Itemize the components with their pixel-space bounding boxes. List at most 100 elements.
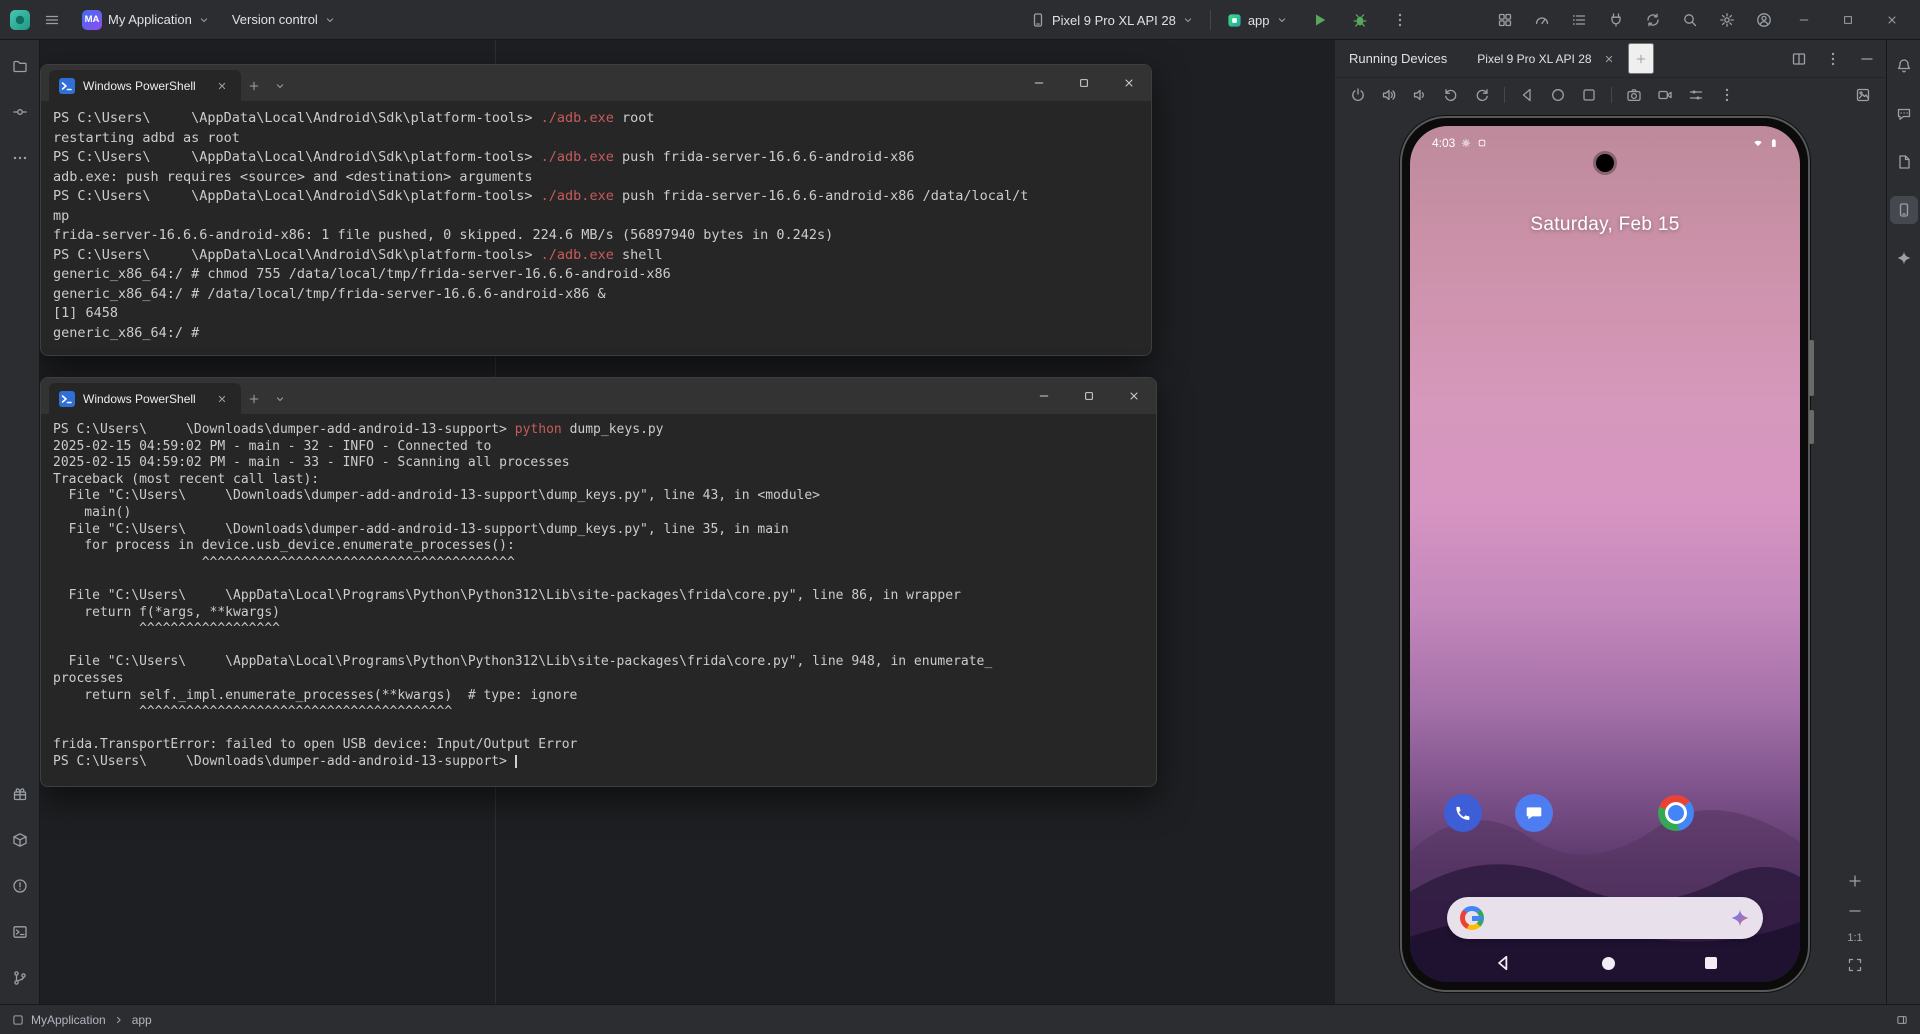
build-tool-button[interactable] xyxy=(6,826,34,854)
tab-dropdown-button[interactable] xyxy=(267,383,293,414)
window-layout-icon[interactable] xyxy=(1896,1014,1908,1026)
run-button[interactable] xyxy=(1304,5,1336,35)
device-selector[interactable]: Pixel 9 Pro XL API 28 xyxy=(1022,5,1202,35)
powershell-window-2: Windows PowerShell PS C:\Users\ \Downloa… xyxy=(40,377,1157,787)
terminal-tab-title: Windows PowerShell xyxy=(83,391,196,406)
tab-close-icon[interactable] xyxy=(213,77,231,95)
overview-button[interactable] xyxy=(1580,86,1598,104)
cube-icon xyxy=(12,833,27,847)
add-device-tab-button[interactable] xyxy=(1627,43,1654,74)
minimize-button[interactable] xyxy=(1782,0,1826,40)
zoom-fit-button[interactable] xyxy=(1846,956,1864,974)
device-explorer-button[interactable] xyxy=(1890,148,1918,176)
zoom-out-button[interactable] xyxy=(1846,902,1864,920)
terminal-tab[interactable]: Windows PowerShell xyxy=(49,70,241,101)
maximize-button[interactable] xyxy=(1826,0,1870,40)
chevron-down-icon xyxy=(1278,18,1285,23)
power-button[interactable] xyxy=(1349,86,1367,104)
plus-icon xyxy=(249,394,259,403)
new-tab-button[interactable] xyxy=(241,70,267,101)
rotate-right-icon xyxy=(1476,89,1488,102)
maximize-button[interactable] xyxy=(1066,378,1111,414)
terminal-tab[interactable]: Windows PowerShell xyxy=(49,383,241,414)
logcat-button[interactable] xyxy=(1560,5,1597,35)
panel-options-button[interactable] xyxy=(1824,50,1842,68)
whats-new-button[interactable] xyxy=(6,780,34,808)
plugins-button[interactable] xyxy=(1597,5,1634,35)
volume-rocker xyxy=(1809,340,1814,396)
maximize-button[interactable] xyxy=(1061,65,1106,101)
alert-circle-icon xyxy=(12,879,27,893)
volume-down-button[interactable] xyxy=(1411,86,1429,104)
new-tab-button[interactable] xyxy=(241,383,267,414)
search-everywhere-button[interactable] xyxy=(1671,5,1708,35)
main-menu-button[interactable] xyxy=(36,5,68,35)
running-devices-button[interactable] xyxy=(1889,196,1918,224)
device-stage: 4:03 Saturday, Feb 15 1:1 xyxy=(1335,112,1886,1004)
terminal-output[interactable]: PS C:\Users\ \Downloads\dumper-add-andro… xyxy=(41,414,1156,770)
settings-button[interactable] xyxy=(1708,5,1745,35)
rotate-right-button[interactable] xyxy=(1473,86,1491,104)
version-control-menu[interactable]: Version control xyxy=(224,5,344,35)
close-button[interactable] xyxy=(1870,0,1914,40)
layout-inspector-button[interactable] xyxy=(1486,5,1523,35)
hide-panel-button[interactable] xyxy=(1858,50,1876,68)
screen-record-button[interactable] xyxy=(1656,86,1674,104)
breadcrumb-project[interactable]: MyApplication xyxy=(31,1013,106,1027)
screenshot-button[interactable] xyxy=(1625,86,1643,104)
volume-up-button[interactable] xyxy=(1380,86,1398,104)
tab-dropdown-button[interactable] xyxy=(267,70,293,101)
gemini-sparkle-icon[interactable] xyxy=(1730,908,1750,928)
terminal-titlebar[interactable]: Windows PowerShell xyxy=(41,378,1156,414)
tab-close-icon[interactable] xyxy=(213,390,231,408)
debug-button[interactable] xyxy=(1344,5,1376,35)
chevron-down-icon xyxy=(276,83,284,88)
problems-tool-button[interactable] xyxy=(6,872,34,900)
split-panel-button[interactable] xyxy=(1790,50,1808,68)
google-search-bar[interactable] xyxy=(1447,897,1763,939)
terminal-tool-button[interactable] xyxy=(6,918,34,946)
close-button[interactable] xyxy=(1111,378,1156,414)
ai-assistant-button[interactable] xyxy=(1890,100,1918,128)
minimize-button[interactable] xyxy=(1016,65,1061,101)
git-branch-icon xyxy=(13,971,26,985)
home-button[interactable] xyxy=(1549,86,1567,104)
close-button[interactable] xyxy=(1106,65,1151,101)
android-back-button[interactable] xyxy=(1494,954,1512,972)
user-avatar[interactable] xyxy=(1745,5,1782,35)
run-configuration-selector[interactable]: app xyxy=(1219,5,1296,35)
more-tool-windows-button[interactable] xyxy=(6,144,34,172)
tab-close-icon[interactable] xyxy=(1600,50,1618,68)
video-icon xyxy=(1658,90,1672,100)
toolbar-more-button[interactable] xyxy=(1718,86,1736,104)
terminal-output[interactable]: PS C:\Users\ \AppData\Local\Android\Sdk\… xyxy=(41,101,1151,343)
version-control-tool-button[interactable] xyxy=(6,964,34,992)
zoom-in-button[interactable] xyxy=(1846,872,1864,890)
device-settings-button[interactable] xyxy=(1687,86,1705,104)
snapshot-button[interactable] xyxy=(1854,86,1872,104)
project-selector[interactable]: MA My Application xyxy=(74,5,218,35)
battery-icon xyxy=(1771,139,1776,147)
powershell-window-1: Windows PowerShell PS C:\Users\ \AppData… xyxy=(40,64,1152,356)
notifications-button[interactable] xyxy=(1890,52,1918,80)
bell-icon xyxy=(1897,59,1910,73)
terminal-titlebar[interactable]: Windows PowerShell xyxy=(41,65,1151,101)
minimize-button[interactable] xyxy=(1021,378,1066,414)
gradle-sync-button[interactable] xyxy=(1634,5,1671,35)
back-button[interactable] xyxy=(1518,86,1536,104)
breadcrumb-module[interactable]: app xyxy=(132,1013,152,1027)
messages-app-icon[interactable] xyxy=(1515,794,1553,832)
project-tool-button[interactable] xyxy=(6,52,34,80)
device-tab[interactable]: Pixel 9 Pro XL API 28 xyxy=(1467,40,1627,78)
commit-tool-button[interactable] xyxy=(6,98,34,126)
gemini-button[interactable] xyxy=(1890,244,1918,272)
more-actions-button[interactable] xyxy=(1384,5,1416,35)
android-home-button[interactable] xyxy=(1601,956,1615,970)
device-display[interactable]: 4:03 Saturday, Feb 15 xyxy=(1410,126,1800,982)
rotate-left-button[interactable] xyxy=(1442,86,1460,104)
android-overview-button[interactable] xyxy=(1704,957,1717,969)
profiler-button[interactable] xyxy=(1523,5,1560,35)
phone-app-icon[interactable] xyxy=(1444,794,1482,832)
zoom-reset-label[interactable]: 1:1 xyxy=(1847,932,1862,944)
chrome-app-icon[interactable] xyxy=(1657,794,1695,832)
